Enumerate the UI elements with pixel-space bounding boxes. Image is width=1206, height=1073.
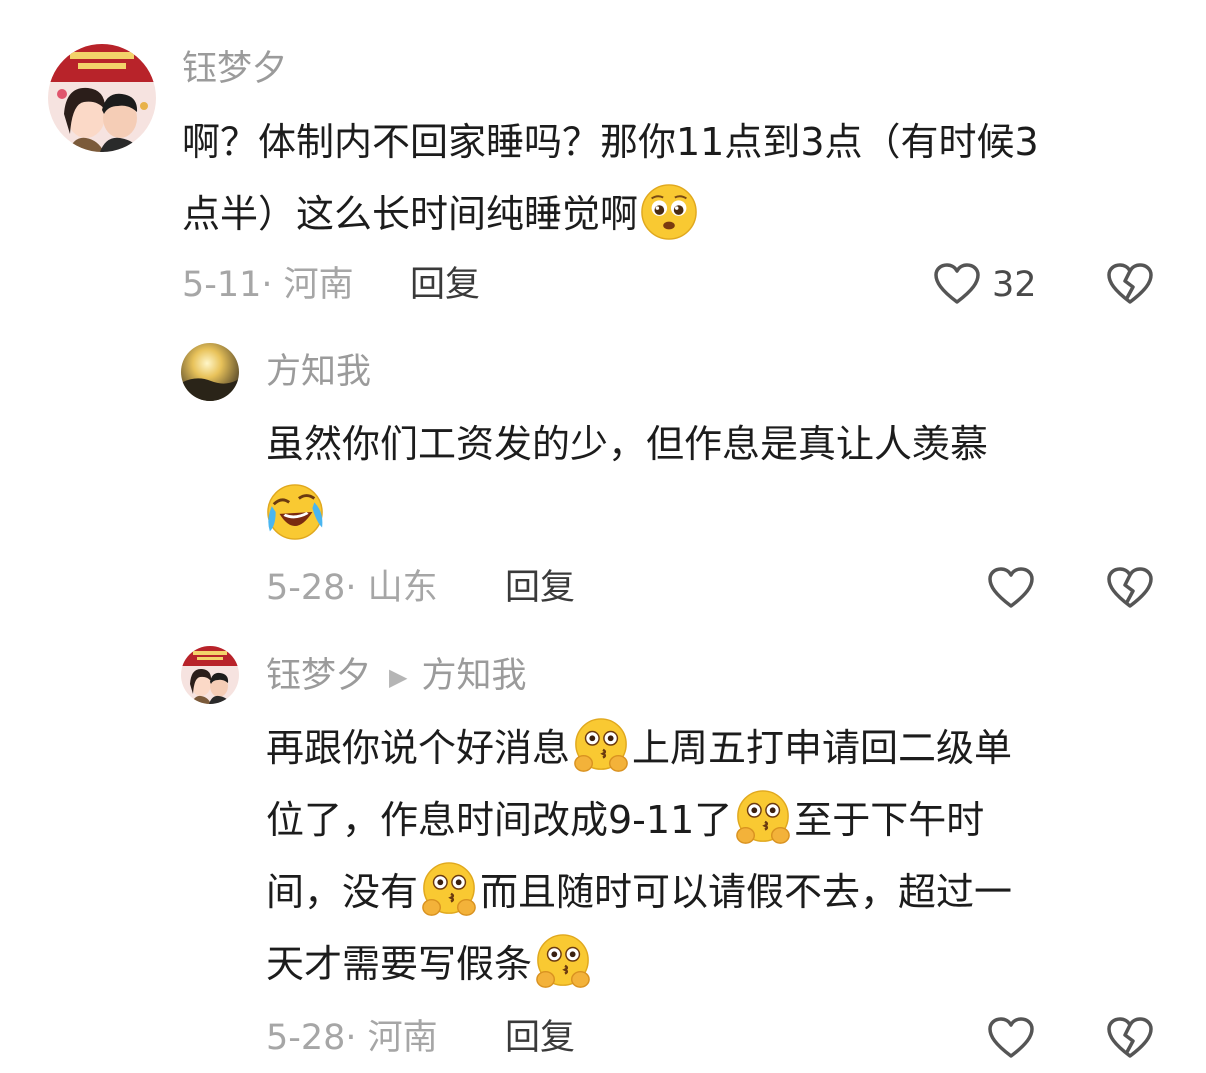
avatar[interactable] (181, 343, 239, 401)
author-name[interactable]: 钰梦夕 (266, 656, 371, 696)
comment-segment: 上周五打申请回二级单 (632, 726, 1013, 770)
broken-heart-icon[interactable] (1106, 566, 1154, 610)
comment-text: 再跟你说个好消息 上周五打申请回二级单 位了，作息时间改成9-11了 至于下午时… (266, 712, 1166, 1000)
comment-line: 虽然你们工资发的少，但作息是真让人羡慕 (266, 422, 989, 466)
thinking-kiss-emoji (574, 718, 628, 772)
comment-date-location: 5-28· 河南 (266, 1018, 438, 1058)
comment-segment: 而且随时可以请假不去，超过一 (480, 870, 1013, 914)
comment-line: 点半）这么长时间纯睡觉啊 (182, 192, 639, 236)
comment-segment: 位了，作息时间改成9-11了 (266, 798, 733, 842)
broken-heart-icon[interactable] (1106, 1016, 1154, 1060)
broken-heart-icon[interactable] (1106, 262, 1154, 306)
author-name[interactable]: 方知我 (266, 355, 371, 390)
comment-date-location: 5-28· 山东 (266, 568, 438, 608)
reply-button[interactable]: 回复 (410, 268, 480, 303)
reply-to-name[interactable]: 方知我 (421, 656, 526, 696)
heart-outline-icon[interactable] (987, 1016, 1035, 1060)
comment-segment: 天才需要写假条 (266, 942, 533, 986)
pleading-face-emoji (641, 184, 697, 240)
heart-outline-icon[interactable] (987, 566, 1035, 610)
like-count: 32 (992, 265, 1037, 305)
comment-segment: 至于下午时 (794, 798, 985, 842)
comment-segment: 再跟你说个好消息 (266, 726, 571, 770)
comment-text: 虽然你们工资发的少，但作息是真让人羡慕 (266, 408, 1166, 552)
avatar[interactable] (181, 646, 239, 704)
thinking-kiss-emoji (422, 862, 476, 916)
reply-button[interactable]: 回复 (505, 1021, 575, 1056)
comment-segment: 间，没有 (266, 870, 419, 914)
heart-outline-icon[interactable] (933, 262, 981, 306)
laughing-crying-emoji (267, 484, 323, 540)
author-name[interactable]: 钰梦夕 (182, 52, 287, 87)
comment-text: 啊？体制内不回家睡吗？那你11点到3点（有时候3 点半）这么长时间纯睡觉啊 (182, 106, 1172, 250)
thinking-kiss-emoji (536, 934, 590, 988)
comment-line: 啊？体制内不回家睡吗？那你11点到3点（有时候3 (182, 120, 1039, 164)
comment-date-location: 5-11· 河南 (182, 265, 354, 305)
reply-thread-names: 钰梦夕 ▶ 方知我 (266, 659, 527, 694)
thinking-kiss-emoji (736, 790, 791, 844)
reply-button[interactable]: 回复 (505, 571, 575, 606)
avatar[interactable] (48, 44, 156, 152)
play-arrow-icon: ▶ (389, 663, 408, 691)
